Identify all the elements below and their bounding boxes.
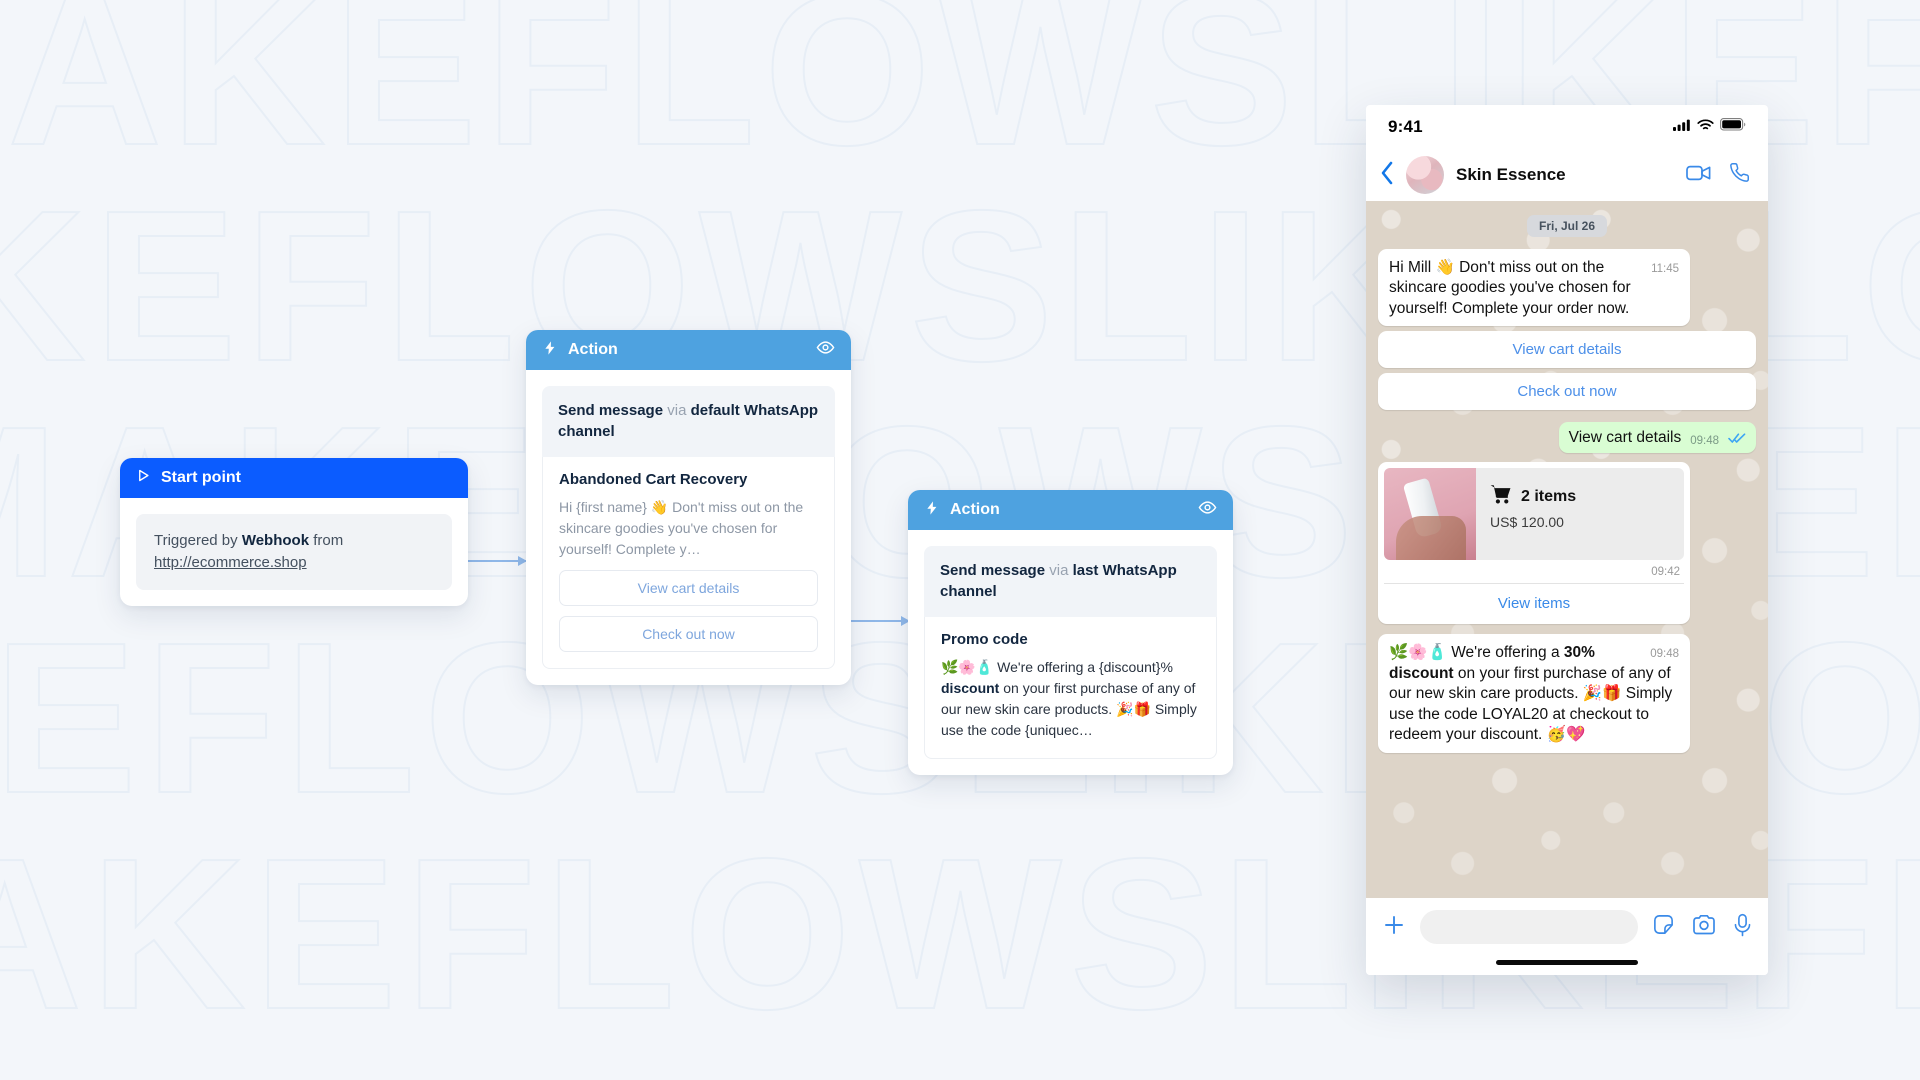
chat-contact-name: Skin Essence bbox=[1456, 165, 1566, 184]
app-canvas: MAKEFLOWSLIKEFLOWSMAKEFLOWSLIKEFLOWS MAK… bbox=[0, 0, 1920, 1080]
chat-message-list[interactable]: Fri, Jul 26 11:45 Hi Mill 👋 Don't miss o… bbox=[1366, 201, 1768, 898]
start-point-label: Start point bbox=[161, 469, 241, 486]
chat-header: Skin Essence bbox=[1366, 149, 1768, 201]
incoming-message-text: Hi Mill 👋 Don't miss out on the skincare… bbox=[1389, 259, 1631, 317]
microphone-icon[interactable] bbox=[1733, 913, 1752, 942]
outgoing-message-text: View cart details bbox=[1568, 429, 1682, 447]
trigger-description: Triggered by Webhook from http://ecommer… bbox=[136, 514, 452, 590]
outgoing-message-bubble[interactable]: View cart details 09:48 bbox=[1558, 422, 1756, 454]
send-prefix: Send message bbox=[558, 402, 664, 419]
action-node-2[interactable]: Action Send message via last WhatsApp ch… bbox=[908, 490, 1233, 775]
outgoing-message-time: 09:48 bbox=[1690, 435, 1719, 448]
composer-actions bbox=[1652, 913, 1752, 942]
contact-avatar[interactable] bbox=[1406, 156, 1444, 194]
cart-card-top: 2 items US$ 120.00 bbox=[1384, 468, 1684, 561]
eye-icon[interactable] bbox=[1198, 498, 1217, 522]
action-1-reply-button-view-cart[interactable]: View cart details bbox=[559, 570, 818, 607]
action-2-send-summary: Send message via last WhatsApp channel bbox=[924, 546, 1217, 617]
action-node-1[interactable]: Action Send message via default WhatsApp… bbox=[526, 330, 851, 686]
back-chevron-icon[interactable] bbox=[1380, 161, 1394, 190]
phone-mockup: 9:41 Skin Essence Fri, Jul 26 11:45 Hi M… bbox=[1366, 105, 1768, 975]
read-receipt-double-check-icon bbox=[1728, 432, 1746, 447]
message-composer bbox=[1366, 898, 1768, 944]
phone-status-bar: 9:41 bbox=[1366, 105, 1768, 149]
cart-items-row: 2 items bbox=[1490, 484, 1684, 509]
message-input[interactable] bbox=[1420, 910, 1638, 944]
connector-start-to-action-1 bbox=[468, 556, 527, 566]
cart-items-label: 2 items bbox=[1521, 487, 1577, 505]
home-indicator bbox=[1366, 944, 1768, 975]
action-1-message-text: Hi {first name} 👋 Don't miss out on the … bbox=[559, 498, 804, 558]
promo-message-bubble[interactable]: 09:48 🌿🌸🧴 We're offering a 30% discount … bbox=[1378, 634, 1690, 753]
promo-message-text-a: 🌿🌸🧴 We're offering a bbox=[1389, 644, 1564, 662]
cart-preview-card[interactable]: 2 items US$ 120.00 09:42 View items bbox=[1378, 462, 1690, 625]
chat-header-actions bbox=[1686, 162, 1750, 188]
eye-icon[interactable] bbox=[816, 338, 835, 362]
add-attachment-icon[interactable] bbox=[1382, 913, 1406, 942]
voice-call-icon[interactable] bbox=[1729, 162, 1750, 188]
start-point-node[interactable]: Start point Triggered by Webhook from ht… bbox=[120, 458, 468, 606]
promo-text-a: 🌿🌸🧴 We're offering a {discount}% bbox=[941, 658, 1173, 675]
promo-text-bold: discount bbox=[941, 679, 1000, 696]
bolt-icon bbox=[924, 500, 940, 521]
action-2-message-preview: Promo code 🌿🌸🧴 We're offering a {discoun… bbox=[924, 616, 1217, 759]
action-2-header: Action bbox=[908, 490, 1233, 530]
battery-icon bbox=[1720, 118, 1746, 136]
cart-card-info: 2 items US$ 120.00 bbox=[1476, 468, 1684, 561]
wifi-icon bbox=[1697, 118, 1714, 136]
start-point-header: Start point bbox=[120, 458, 468, 498]
action-1-reply-button-checkout[interactable]: Check out now bbox=[559, 616, 818, 653]
action-2-label: Action bbox=[950, 501, 1000, 518]
cellular-signal-icon bbox=[1673, 118, 1691, 136]
trigger-mid: from bbox=[309, 532, 344, 549]
action-2-message-text: 🌿🌸🧴 We're offering a {discount}% discoun… bbox=[941, 657, 1200, 742]
send-prefix: Send message bbox=[940, 562, 1046, 579]
play-icon bbox=[136, 468, 151, 488]
cart-price: US$ 120.00 bbox=[1490, 514, 1564, 531]
action-1-label: Action bbox=[568, 341, 618, 358]
trigger-source: Webhook bbox=[241, 532, 310, 549]
send-via: via bbox=[663, 402, 691, 419]
shopping-cart-icon bbox=[1490, 484, 1512, 509]
incoming-message-time: 11:45 bbox=[1651, 263, 1679, 275]
action-1-header: Action bbox=[526, 330, 851, 370]
chat-day-divider: Fri, Jul 26 bbox=[1526, 215, 1608, 237]
status-bar-time: 9:41 bbox=[1388, 117, 1423, 136]
promo-message-time: 09:48 bbox=[1650, 648, 1679, 661]
status-bar-indicators bbox=[1673, 118, 1746, 136]
cart-view-items-button[interactable]: View items bbox=[1384, 583, 1684, 624]
bolt-icon bbox=[542, 340, 558, 361]
quick-reply-view-cart-details[interactable]: View cart details bbox=[1378, 331, 1756, 369]
action-1-message-title: Abandoned Cart Recovery bbox=[559, 470, 748, 488]
start-point-body: Triggered by Webhook from http://ecommer… bbox=[120, 498, 468, 606]
product-thumbnail bbox=[1384, 468, 1476, 561]
connector-action-1-to-action-2 bbox=[851, 616, 910, 626]
send-via: via bbox=[1045, 562, 1073, 579]
sticker-icon[interactable] bbox=[1652, 913, 1675, 941]
trigger-url[interactable]: http://ecommerce.shop bbox=[154, 554, 307, 571]
cart-card-time: 09:42 bbox=[1651, 566, 1680, 579]
incoming-message-bubble[interactable]: 11:45 Hi Mill 👋 Don't miss out on the sk… bbox=[1378, 249, 1690, 327]
action-1-body: Send message via default WhatsApp channe… bbox=[526, 370, 851, 685]
camera-icon[interactable] bbox=[1692, 914, 1716, 941]
action-2-body: Send message via last WhatsApp channel P… bbox=[908, 530, 1233, 775]
video-call-icon[interactable] bbox=[1686, 164, 1711, 187]
quick-reply-check-out-now[interactable]: Check out now bbox=[1378, 373, 1756, 411]
action-2-message-title: Promo code bbox=[941, 630, 1028, 648]
action-1-send-summary: Send message via default WhatsApp channe… bbox=[542, 386, 835, 457]
trigger-prefix: Triggered by bbox=[154, 532, 242, 549]
action-1-message-preview: Abandoned Cart Recovery Hi {first name} … bbox=[542, 456, 835, 670]
